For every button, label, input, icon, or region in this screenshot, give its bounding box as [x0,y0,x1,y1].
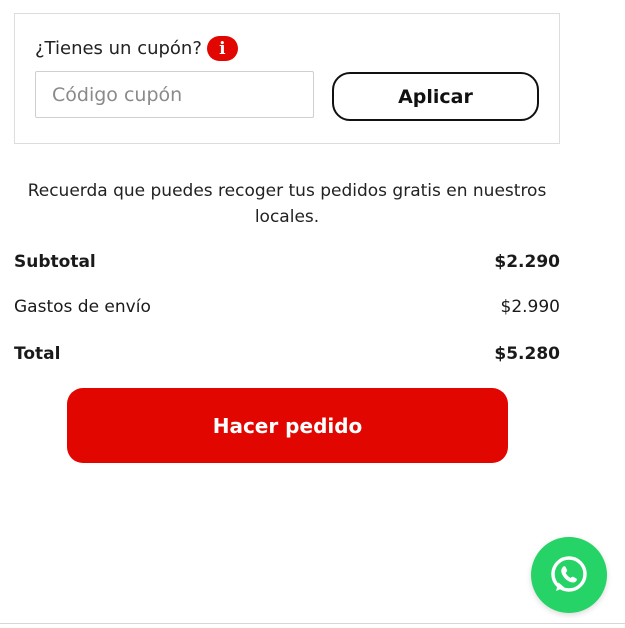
cart-summary-page: ¿Tienes un cupón? i Aplicar Recuerda que… [0,0,625,628]
whatsapp-icon [551,556,587,592]
shipping-row: Gastos de envío $2.990 [14,297,560,317]
place-order-button[interactable]: Hacer pedido [67,388,508,463]
info-icon[interactable]: i [206,36,238,61]
whatsapp-button[interactable] [531,537,607,613]
coupon-code-input[interactable] [35,71,314,118]
subtotal-value: $2.290 [494,252,560,272]
shipping-label: Gastos de envío [14,297,151,317]
coupon-question-label: ¿Tienes un cupón? [35,38,202,59]
subtotal-row: Subtotal $2.290 [14,252,560,272]
coupon-question-row: ¿Tienes un cupón? i [35,36,238,61]
apply-coupon-button[interactable]: Aplicar [332,72,539,121]
pickup-note: Recuerda que puedes recoger tus pedidos … [27,181,547,227]
bottom-divider [0,623,625,624]
total-row: Total $5.280 [14,344,560,364]
total-value: $5.280 [494,344,560,364]
coupon-panel: ¿Tienes un cupón? i Aplicar [14,13,560,144]
shipping-value: $2.990 [500,297,560,317]
subtotal-label: Subtotal [14,252,96,272]
total-label: Total [14,344,61,364]
